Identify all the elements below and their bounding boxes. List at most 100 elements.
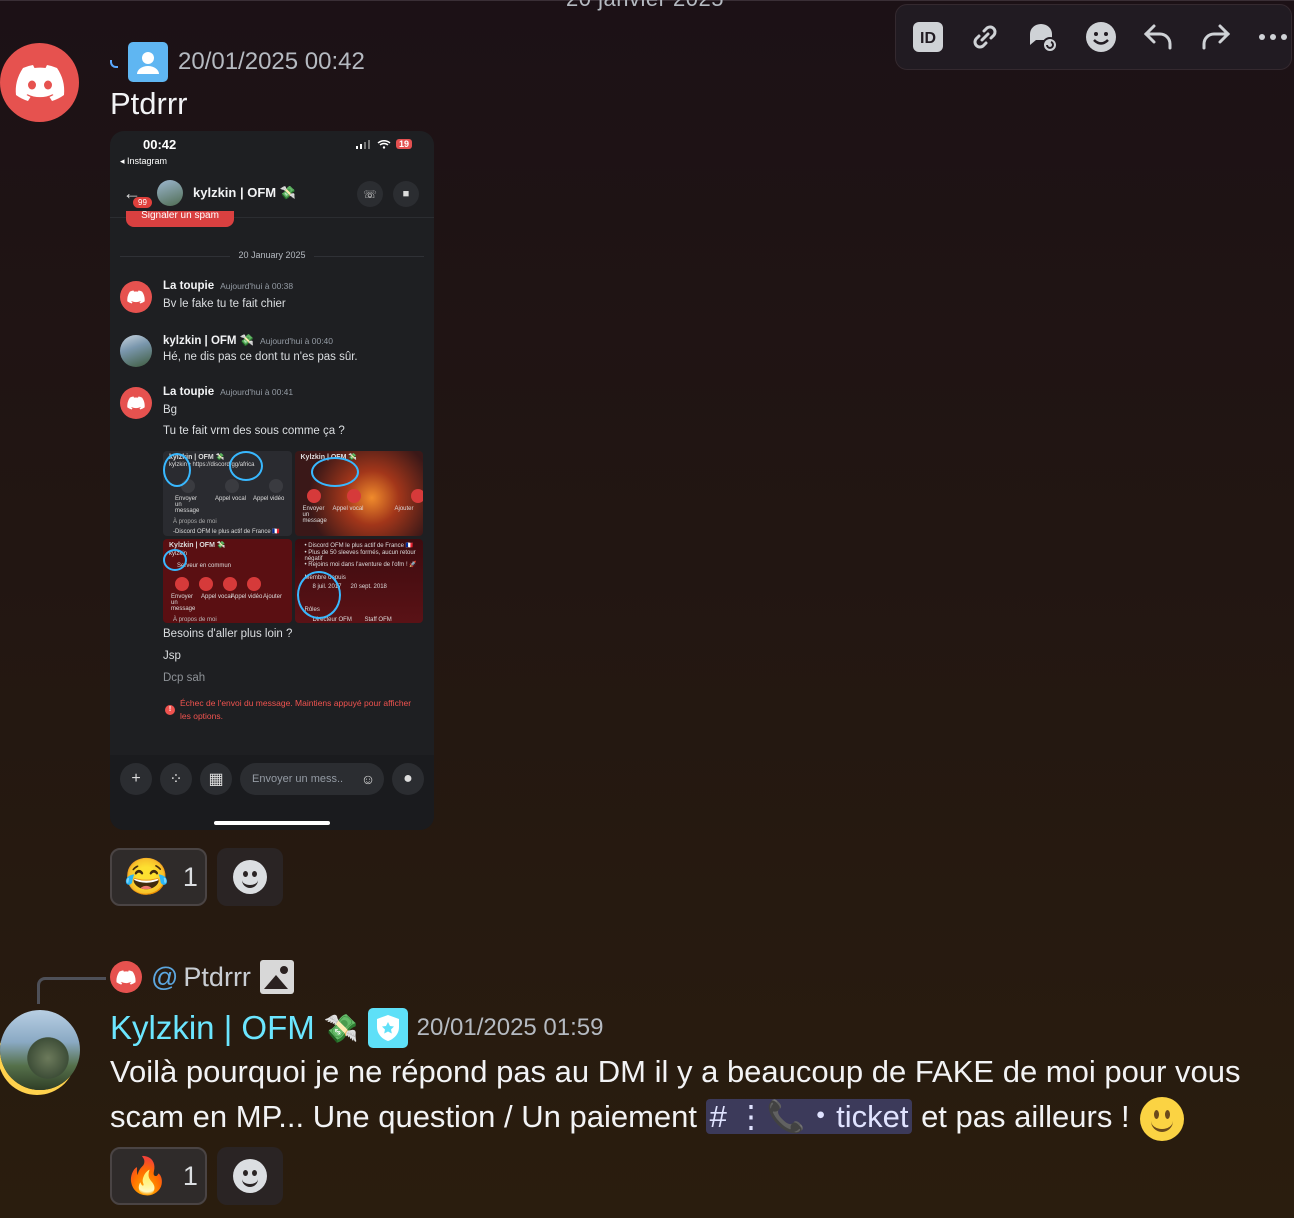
add-reaction-button[interactable] (217, 848, 283, 906)
grid-image: kylzkin | OFM 💸 kylzkin • https://discor… (163, 451, 292, 536)
spam-button: Signaler un spam (126, 211, 234, 227)
header-avatar (157, 180, 183, 206)
grid-image: Kylzkin | OFM 💸 Envoyer un message Appel… (294, 451, 423, 536)
reaction-count: 1 (182, 861, 198, 892)
message-body: Bv le fake tu te fait chier (163, 298, 286, 310)
avatar[interactable] (0, 43, 79, 122)
avatar[interactable] (0, 1010, 80, 1090)
image-icon (259, 960, 294, 994)
grid-about: À propos de moi (173, 519, 217, 525)
username[interactable]: Kylzkin | OFM (110, 1009, 315, 1047)
status-icons: 19 (355, 139, 412, 149)
message-body: Dcp sah (163, 672, 206, 684)
grid-action: Appel vidéo (231, 593, 263, 600)
image-grid: kylzkin | OFM 💸 kylzkin • https://discor… (163, 451, 423, 623)
reply-preview[interactable]: @ Ptdrrr (110, 960, 294, 994)
grid-action: Appel vocal (215, 496, 247, 502)
message-body: Besoins d'aller plus loin ? (163, 628, 293, 640)
date-divider: 20 janvier 2025 (566, 0, 724, 12)
forward-icon[interactable] (1198, 19, 1234, 55)
add-reaction-icon[interactable] (1083, 19, 1119, 55)
grid-about: À propos de moi (173, 616, 217, 623)
grid-action: Appel vocal (201, 593, 233, 600)
timestamp: 20/01/2025 00:42 (178, 48, 365, 75)
reply-connector (37, 977, 106, 1004)
author-name: La toupie (163, 386, 215, 398)
money-emoji: 💸 (323, 1012, 359, 1044)
gift-icon: ▦ (200, 763, 232, 795)
message-text: Voilà pourquoi je ne répond pas au DM il… (110, 1049, 1260, 1141)
grid-image: Kylzkin | OFM 💸 kylzkin Serveur en commu… (163, 538, 292, 623)
day-divider: 20 January 2025 (110, 250, 434, 260)
message-body: Hé, ne dis pas ce dont tu n'es pas sûr. (163, 351, 358, 363)
id-label: ID (920, 30, 936, 47)
grid-title: Kylzkin | OFM 💸 (169, 541, 226, 549)
discord-logo-icon (15, 64, 64, 101)
author-name: kylzkin | OFM 💸 (163, 335, 255, 347)
signal-icon (355, 140, 370, 149)
message-text: Ptdrrr (110, 86, 188, 121)
plus-icon: + (120, 763, 152, 795)
grid-action: Appel vidéo (253, 496, 285, 502)
grid-action: Envoyer un message (171, 593, 196, 612)
message-time: Aujourd'hui à 00:40 (260, 336, 334, 346)
id-icon[interactable]: ID (910, 19, 946, 55)
message-body: Tu te fait vrm des sous comme ça ? (163, 425, 345, 437)
message-time: Aujourd'hui à 00:41 (220, 387, 294, 397)
grid-action: Ajouter (263, 593, 283, 600)
home-indicator (214, 821, 330, 825)
reaction-count: 1 (182, 1160, 198, 1191)
composer: + ⁘ ▦ Envoyer un mess.. ☺ ● (110, 755, 434, 830)
error-icon: ! (165, 705, 175, 715)
message-body: Jsp (163, 650, 181, 662)
status-back-link: ◂ Instagram (120, 156, 168, 166)
add-reaction-icon (233, 860, 267, 894)
grid-line: 20 sept. 2018 (350, 583, 387, 590)
reaction[interactable]: 😂 1 (110, 848, 207, 906)
smiley-emoji (1140, 1096, 1185, 1141)
grid-action: Ajouter (394, 506, 414, 512)
video-icon: ■ (393, 181, 419, 207)
reply-indicator-icon (110, 60, 118, 68)
header-name: kylzkin | OFM 💸 (193, 185, 296, 200)
grid-line: • Rejoins moi dans l'aventure de l'ofm !… (304, 561, 417, 568)
reply-icon[interactable] (1140, 19, 1176, 55)
add-reaction-icon (233, 1159, 267, 1193)
emoji-icon: ☺ (360, 771, 376, 787)
apps-icon: ⁘ (160, 763, 192, 795)
user-icon[interactable] (128, 42, 168, 82)
send-error: Échec de l'envoi du message. Maintiens a… (180, 698, 412, 721)
link-icon[interactable] (968, 19, 1004, 55)
attached-screenshot[interactable]: 00:42 ◂ Instagram 19 ← 99 kylzkin | OFM … (110, 131, 434, 830)
thread-icon[interactable] (1025, 19, 1061, 55)
grid-line: • Discord OFM le plus actif de France 🇫🇷 (304, 542, 414, 549)
grid-about-text: -Discord OFM le plus actif de France 🇫🇷 (173, 529, 280, 535)
message-time: Aujourd'hui à 00:38 (220, 281, 294, 291)
message-body: Bg (163, 404, 178, 416)
reaction-emoji: 😂 (124, 856, 169, 897)
message-header: 20/01/2025 00:42 (110, 42, 365, 82)
reaction[interactable]: 🔥 1 (110, 1147, 207, 1205)
timestamp: 20/01/2025 01:59 (416, 1014, 604, 1041)
reply-avatar (110, 961, 142, 993)
reaction-emoji: 🔥 (124, 1155, 169, 1196)
role-shield-icon[interactable] (367, 1008, 408, 1048)
channel-mention[interactable]: # ⋮📞・ticket (705, 1099, 913, 1134)
grid-action: Appel vocal (332, 506, 364, 512)
author-name: La toupie (163, 280, 215, 292)
more-icon[interactable] (1255, 19, 1291, 55)
grid-image: • Discord OFM le plus actif de France 🇫🇷… (294, 538, 423, 623)
avatar (120, 281, 152, 313)
unread-badge: 99 (133, 197, 152, 208)
call-icon: ☏ (357, 181, 383, 207)
wifi-icon (377, 139, 391, 149)
reply-mention: @ (151, 961, 179, 992)
grid-action: Envoyer un message (175, 496, 200, 514)
status-time: 00:42 (143, 137, 177, 152)
add-reaction-button[interactable] (217, 1147, 283, 1205)
grid-action: Envoyer un message (302, 506, 327, 524)
reply-text: Ptdrrr (183, 961, 251, 992)
grid-line: Staff OFM (364, 616, 392, 623)
message-toolbar: ID (895, 4, 1292, 70)
avatar (120, 335, 152, 367)
